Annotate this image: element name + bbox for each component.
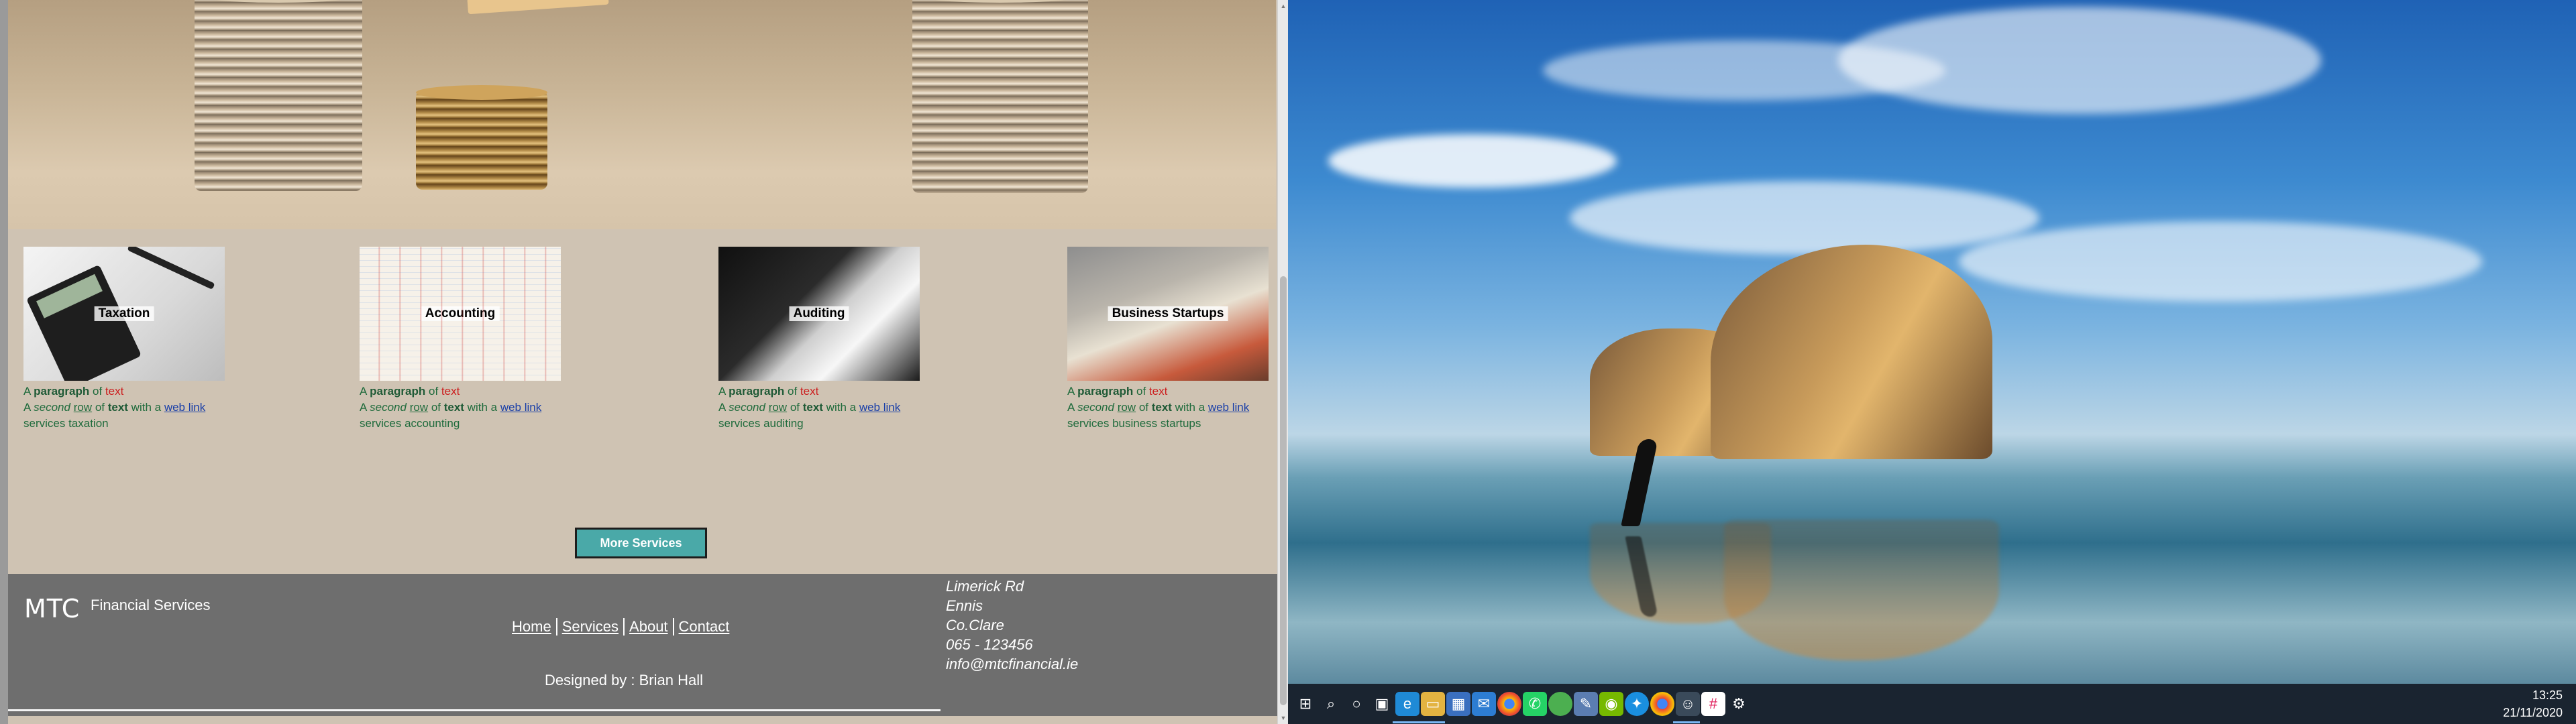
store-icon[interactable]: ▦ (1446, 692, 1470, 716)
address-line: Limerick Rd (946, 578, 1024, 595)
coin-stack-right (912, 0, 1088, 193)
vertical-scrollbar[interactable]: ▲ ▼ (1277, 0, 1288, 724)
clock-date: 21/11/2020 (2503, 706, 2563, 719)
nav-link-about[interactable]: About (625, 618, 674, 636)
footer-logo[interactable]: MTC (24, 594, 80, 623)
hero-card-shape (467, 0, 609, 15)
desktop-screen: ⊞ ⌕ ○ ▣ e ▭ ▦ ✉ ✆ ✎ ◉ ✦ ☺ # ⚙ 13:25 21/1… (1288, 0, 2576, 724)
nav-link-services[interactable]: Services (557, 618, 625, 636)
mail-icon[interactable]: ✉ (1472, 692, 1496, 716)
accounting-image[interactable]: Accounting (360, 247, 561, 381)
taxation-image[interactable]: Taxation (23, 247, 225, 381)
page-bottom-rule (8, 709, 941, 711)
service-description: A paragraph of text A second row of text… (360, 385, 542, 430)
service-card-auditing: Auditing A paragraph of text A second ro… (718, 247, 940, 432)
footer-nav: Home Services About Contact (507, 618, 734, 636)
service-card-business-startups: Business Startups A paragraph of text A … (1067, 247, 1288, 432)
slack-icon[interactable]: # (1701, 692, 1725, 716)
scrollbar-thumb[interactable] (1280, 276, 1287, 705)
desktop-wallpaper (1288, 0, 2576, 724)
satellite-app-icon[interactable]: ⚙ (1727, 692, 1751, 716)
cortana-icon[interactable]: ○ (1344, 692, 1368, 716)
window-frame (0, 0, 8, 724)
nav-link-contact[interactable]: Contact (674, 618, 735, 636)
calculator-icon (25, 264, 142, 381)
footer-brand: Financial Services (91, 597, 211, 613)
safari-icon[interactable]: ✦ (1625, 692, 1649, 716)
rock-arch-right (1711, 245, 1992, 459)
scroll-down-icon[interactable]: ▼ (1279, 713, 1287, 723)
email-address[interactable]: info@mtcfinancial.ie (946, 654, 1078, 674)
whatsapp-icon[interactable]: ✆ (1523, 692, 1547, 716)
pen-icon (127, 247, 215, 290)
address-line: Co.Clare (946, 617, 1004, 634)
edge-icon[interactable]: e (1395, 692, 1419, 716)
site-footer: MTC Financial Services Home Services Abo… (8, 574, 1277, 716)
web-link[interactable]: web link (859, 401, 900, 414)
footer-address: Limerick Rd Ennis Co.Clare 065 - 123456 … (946, 577, 1078, 674)
web-link[interactable]: web link (500, 401, 541, 414)
service-title: Business Startups (1108, 306, 1228, 321)
footer-credit: Designed by : Brian Hall (545, 672, 704, 688)
search-icon[interactable]: ⌕ (1319, 692, 1343, 716)
nav-link-home[interactable]: Home (507, 618, 557, 636)
nvidia-icon[interactable]: ◉ (1599, 692, 1623, 716)
service-description: A paragraph of text A second row of text… (23, 385, 206, 430)
more-services-button[interactable]: More Services (575, 528, 707, 558)
service-card-taxation: Taxation A paragraph of text A second ro… (23, 247, 245, 432)
auditing-image[interactable]: Auditing (718, 247, 920, 381)
service-card-accounting: Accounting A paragraph of text A second … (360, 247, 581, 432)
green-app-icon[interactable] (1548, 692, 1572, 716)
coin-stack-small (416, 85, 547, 190)
coin-stack-left (195, 0, 362, 191)
file-explorer-icon[interactable]: ▭ (1421, 692, 1445, 716)
browser-window: Taxation A paragraph of text A second ro… (0, 0, 1288, 724)
windows-start-icon[interactable]: ⊞ (1293, 692, 1318, 716)
clock-time: 13:25 (2532, 688, 2563, 702)
service-description: A paragraph of text A second row of text… (718, 385, 901, 430)
system-clock[interactable]: 13:25 21/11/2020 (2503, 686, 2563, 721)
chrome-icon[interactable] (1497, 692, 1521, 716)
service-title: Taxation (94, 306, 154, 321)
chrome-alt-icon[interactable] (1650, 692, 1674, 716)
address-line: Ennis (946, 597, 983, 614)
notepad-icon[interactable]: ✎ (1574, 692, 1598, 716)
service-title: Auditing (789, 306, 849, 321)
hero-image-coins (8, 0, 1276, 229)
service-title: Accounting (421, 306, 500, 321)
smiley-icon[interactable]: ☺ (1676, 692, 1700, 716)
business-startups-image[interactable]: Business Startups (1067, 247, 1269, 381)
phone-number: 065 - 123456 (946, 636, 1033, 653)
service-description: A paragraph of text A second row of text… (1067, 385, 1250, 430)
scroll-up-icon[interactable]: ▲ (1279, 1, 1287, 11)
taskbar: ⊞ ⌕ ○ ▣ e ▭ ▦ ✉ ✆ ✎ ◉ ✦ ☺ # ⚙ 13:25 21/1… (1288, 684, 2576, 724)
web-link[interactable]: web link (164, 401, 205, 414)
web-link[interactable]: web link (1208, 401, 1249, 414)
task-view-icon[interactable]: ▣ (1370, 692, 1394, 716)
